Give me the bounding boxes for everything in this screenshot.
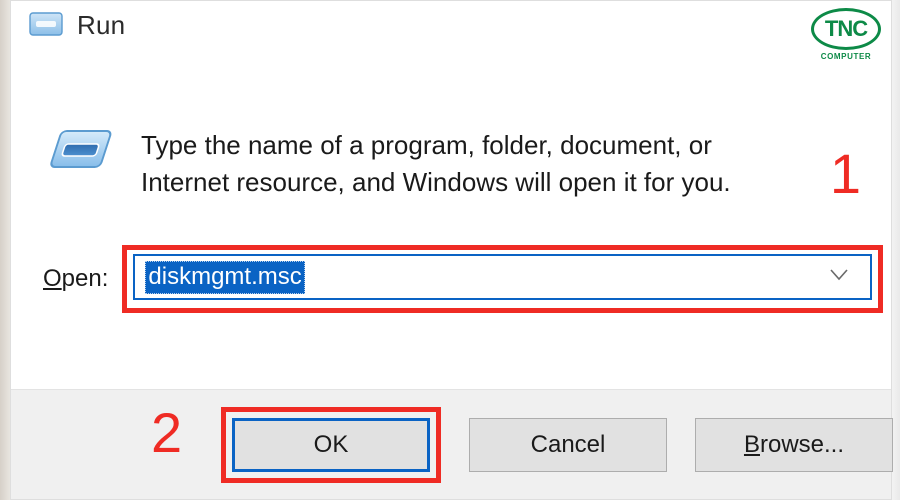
annotation-number-2: 2	[151, 400, 182, 465]
cancel-button[interactable]: Cancel	[469, 418, 667, 472]
titlebar: Run	[11, 1, 891, 49]
watermark-logo: TNC	[811, 8, 881, 50]
backdrop-right	[892, 0, 900, 500]
title-text: Run	[77, 10, 125, 41]
browse-button[interactable]: Browse...	[695, 418, 893, 472]
open-label: Open:	[43, 265, 108, 293]
watermark-subtext: COMPUTER	[821, 52, 872, 61]
annotation-highlight-1: diskmgmt.msc	[122, 245, 883, 313]
open-combobox[interactable]: diskmgmt.msc	[133, 254, 872, 300]
open-row: Open: diskmgmt.msc	[43, 245, 883, 313]
chevron-down-icon[interactable]	[830, 268, 848, 286]
ok-button[interactable]: OK	[232, 418, 430, 472]
annotation-highlight-2: OK	[221, 407, 441, 483]
dialog-body: Type the name of a program, folder, docu…	[11, 49, 891, 201]
run-body-icon	[43, 127, 113, 177]
annotation-number-1: 1	[830, 141, 861, 206]
run-titlebar-icon	[29, 10, 63, 40]
run-dialog: Run Type	[10, 0, 892, 500]
button-strip: OK Cancel Browse...	[11, 389, 891, 499]
watermark-badge: TNC COMPUTER	[810, 8, 882, 61]
instruction-text: Type the name of a program, folder, docu…	[141, 127, 781, 201]
open-input-value[interactable]: diskmgmt.msc	[145, 261, 304, 294]
